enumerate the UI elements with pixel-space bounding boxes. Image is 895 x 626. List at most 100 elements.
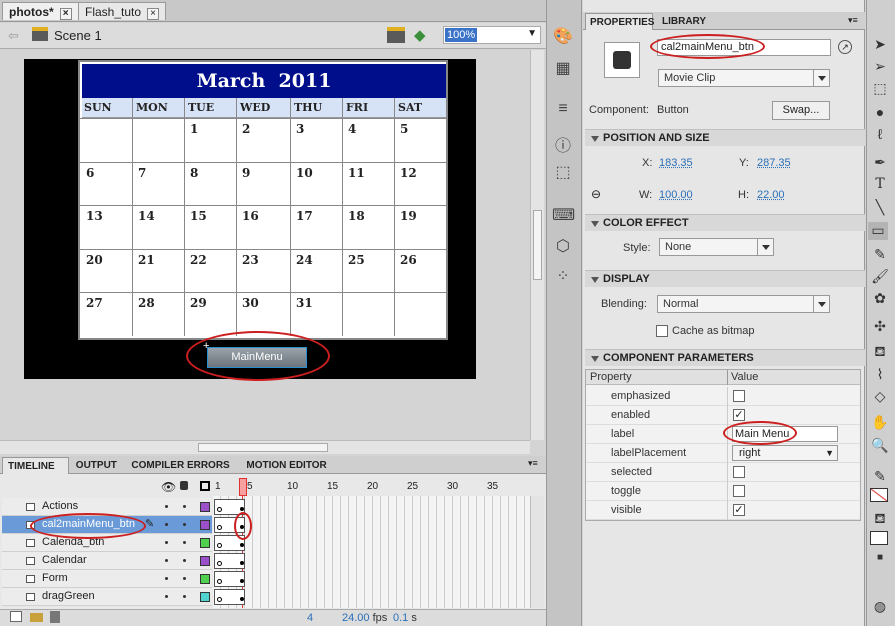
visibility-dot[interactable] xyxy=(165,559,168,562)
lock-dot[interactable] xyxy=(183,523,186,526)
layer-row[interactable]: Form xyxy=(2,570,212,588)
layer-row[interactable]: dragGreen xyxy=(2,588,212,606)
param-visible-checkbox[interactable]: ✓ xyxy=(733,504,745,516)
tab-library[interactable]: LIBRARY xyxy=(658,13,710,30)
rectangle-tool-icon[interactable]: ▭ xyxy=(868,222,888,240)
snap-icon[interactable]: ◍ xyxy=(870,598,890,616)
frame-rate[interactable]: 24.00 fps xyxy=(342,612,387,624)
tab-compiler-errors[interactable]: COMPILER ERRORS xyxy=(126,457,239,474)
stage-horizontal-scrollbar[interactable] xyxy=(0,440,530,454)
keyframe-span[interactable] xyxy=(214,553,245,569)
swap-button[interactable]: Swap... xyxy=(772,101,830,120)
panel-menu-icon[interactable]: ▾≡ xyxy=(528,458,538,469)
components-icon[interactable]: ⬡ xyxy=(552,236,574,258)
layer-color-swatch[interactable] xyxy=(200,574,210,584)
free-transform-tool-icon[interactable]: ⬚ xyxy=(870,80,890,98)
zoom-tool-icon[interactable]: 🔍 xyxy=(870,437,890,455)
w-value[interactable]: 100.00 xyxy=(659,189,693,201)
param-emphasized-checkbox[interactable] xyxy=(733,390,745,402)
tab-motion-editor[interactable]: MOTION EDITOR xyxy=(241,457,341,474)
section-component-parameters[interactable]: COMPONENT PARAMETERS xyxy=(585,349,865,366)
section-display[interactable]: DISPLAY xyxy=(585,270,865,287)
visibility-dot[interactable] xyxy=(165,595,168,598)
layer-color-swatch[interactable] xyxy=(200,502,210,512)
panel-menu-icon[interactable]: ▾≡ xyxy=(848,15,858,26)
brush-tool-icon[interactable]: 🖌 xyxy=(870,268,890,286)
tab-output[interactable]: OUTPUT xyxy=(71,457,125,474)
layer-row[interactable]: Calendar xyxy=(2,552,212,570)
keyframe-span[interactable] xyxy=(214,571,245,587)
fill-color-swatch[interactable] xyxy=(870,531,888,545)
layer-color-swatch[interactable] xyxy=(200,520,210,530)
swatches-icon[interactable]: ▦ xyxy=(552,58,574,80)
paint-bucket-tool-icon[interactable]: ⛾ xyxy=(870,343,890,361)
cache-bitmap-checkbox[interactable] xyxy=(656,325,668,337)
visibility-dot[interactable] xyxy=(165,523,168,526)
symbol-type-select[interactable]: Movie Clip xyxy=(658,69,830,87)
x-value[interactable]: 183.35 xyxy=(659,157,693,169)
lock-dot[interactable] xyxy=(183,505,186,508)
layer-color-swatch[interactable] xyxy=(200,592,210,602)
deco-tool-icon[interactable]: ✿ xyxy=(870,290,890,308)
visibility-dot[interactable] xyxy=(165,505,168,508)
trash-icon[interactable] xyxy=(50,611,60,623)
hand-tool-icon[interactable]: ✋ xyxy=(870,414,890,432)
lasso-tool-icon[interactable]: ℓ xyxy=(870,126,890,144)
param-enabled-checkbox[interactable]: ✓ xyxy=(733,409,745,421)
stroke-color-icon[interactable]: ✎ xyxy=(870,468,890,486)
current-frame[interactable]: 4 xyxy=(307,612,313,624)
layer-color-swatch[interactable] xyxy=(200,556,210,566)
layer-color-swatch[interactable] xyxy=(200,538,210,548)
edit-symbols-icon[interactable]: ◆ xyxy=(414,26,426,44)
info-icon[interactable]: ⓘ xyxy=(552,132,574,155)
new-folder-icon[interactable] xyxy=(30,613,43,622)
eraser-tool-icon[interactable]: ◇ xyxy=(870,388,890,406)
param-toggle-checkbox[interactable] xyxy=(733,485,745,497)
section-position-size[interactable]: POSITION AND SIZE xyxy=(585,129,865,146)
transform-icon[interactable]: ⬚ xyxy=(552,162,574,184)
new-layer-icon[interactable] xyxy=(10,611,22,622)
bone-tool-icon[interactable]: ✣ xyxy=(870,318,890,336)
style-select[interactable]: None xyxy=(659,238,774,256)
h-value[interactable]: 22.00 xyxy=(757,189,785,201)
text-tool-icon[interactable]: T xyxy=(870,176,890,194)
subselection-tool-icon[interactable]: ➢ xyxy=(870,58,890,76)
y-value[interactable]: 287.35 xyxy=(757,157,791,169)
tab-timeline[interactable]: TIMELINE xyxy=(2,457,69,474)
visibility-dot[interactable] xyxy=(165,541,168,544)
zoom-select[interactable]: 100% ▼ xyxy=(443,26,541,44)
tab-properties[interactable]: PROPERTIES xyxy=(585,13,654,30)
lock-dot[interactable] xyxy=(183,559,186,562)
visibility-dot[interactable] xyxy=(165,577,168,580)
fill-color-icon[interactable]: ⛾ xyxy=(870,510,890,528)
help-icon[interactable]: ↗ xyxy=(838,40,852,54)
lock-dot[interactable] xyxy=(183,541,186,544)
link-icon[interactable]: ⊖ xyxy=(591,187,601,201)
3d-rotation-tool-icon[interactable]: ● xyxy=(870,104,890,122)
pen-tool-icon[interactable]: ✒ xyxy=(870,154,890,172)
swap-colors-icon[interactable]: ■ xyxy=(870,552,890,570)
back-arrow-icon[interactable]: ⇦ xyxy=(8,28,19,44)
scroll-thumb[interactable] xyxy=(533,210,542,280)
frame-grid[interactable] xyxy=(213,496,530,608)
stroke-color-swatch[interactable] xyxy=(870,488,888,502)
code-snippets-icon[interactable]: ⌨ xyxy=(552,205,575,227)
lock-icon[interactable] xyxy=(180,481,188,490)
timeline-vertical-scrollbar[interactable] xyxy=(530,496,544,608)
line-tool-icon[interactable]: ╲ xyxy=(870,199,890,217)
align-icon[interactable]: ≡ xyxy=(552,100,574,122)
eye-icon[interactable]: 👁 xyxy=(161,480,176,494)
param-labelPlacement-select[interactable]: right ▼ xyxy=(732,445,838,461)
selection-tool-icon[interactable]: ➤ xyxy=(870,36,890,54)
edit-scene-icon[interactable] xyxy=(387,27,405,43)
color-palette-icon[interactable]: 🎨 xyxy=(552,26,574,48)
close-icon[interactable]: × xyxy=(59,8,72,20)
keyframe-span[interactable] xyxy=(214,589,245,605)
outline-icon[interactable] xyxy=(200,481,210,491)
lock-dot[interactable] xyxy=(183,595,186,598)
lock-dot[interactable] xyxy=(183,577,186,580)
scroll-thumb[interactable] xyxy=(198,443,328,452)
playhead[interactable] xyxy=(239,478,247,496)
stage-vertical-scrollbar[interactable] xyxy=(530,50,544,440)
motion-presets-icon[interactable]: ⁘ xyxy=(552,266,574,288)
